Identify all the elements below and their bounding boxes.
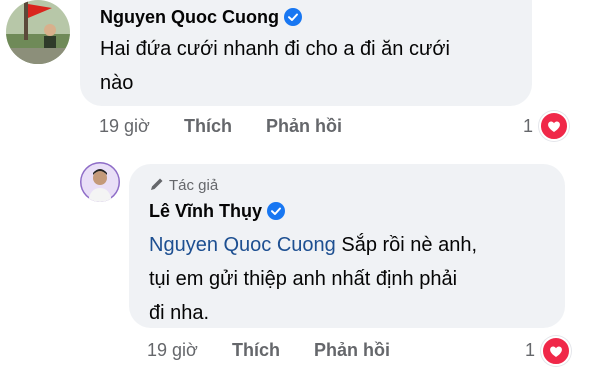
heart-glyph <box>548 121 560 132</box>
comment-text: Hai đứa cưới nhanh đi cho a đi ăn cưới n… <box>100 32 450 100</box>
reply-text: Nguyen Quoc Cuong Sắp rồi nè anh, tụi em… <box>149 228 477 330</box>
reply-button[interactable]: Phản hồi <box>266 116 342 137</box>
verified-badge-icon <box>267 202 286 220</box>
author-badge: Tác giả <box>149 176 218 194</box>
reply-timestamp[interactable]: 19 giờ <box>147 340 198 361</box>
reply-text-line: đi nha. <box>149 302 210 324</box>
like-button[interactable]: Thích <box>232 340 280 361</box>
comment-timestamp[interactable]: 19 giờ <box>99 116 150 137</box>
pencil-icon <box>151 178 163 190</box>
heart-icon[interactable] <box>541 336 571 366</box>
avatar-image <box>6 0 70 64</box>
avatar-le-vinh-thuy[interactable] <box>80 162 120 202</box>
avatar-nguyen-quoc-cuong[interactable] <box>6 0 70 64</box>
reply-text-line: Nguyen Quoc Cuong Sắp rồi nè anh, <box>149 228 477 262</box>
reply-author-name[interactable]: Lê Vĩnh Thụy <box>149 201 262 221</box>
reply-text-line: tụi em gửi thiệp anh nhất định phải <box>149 268 458 290</box>
reply-text-segment: Sắp rồi nè anh, <box>335 234 478 256</box>
comment-author-name[interactable]: Nguyen Quoc Cuong <box>100 7 279 27</box>
comment-actions: 19 giờ Thích Phản hồi <box>0 116 589 140</box>
like-button[interactable]: Thích <box>184 116 232 137</box>
heart-icon[interactable] <box>539 111 569 141</box>
reaction-count[interactable]: 1 <box>523 116 533 137</box>
reply-actions: 19 giờ Thích Phản hồi <box>0 340 589 364</box>
author-badge-label: Tác giả <box>169 177 219 194</box>
reaction-count[interactable]: 1 <box>525 340 535 361</box>
comment-bubble: Nguyen Quoc Cuong Hai đứa cưới nhanh đi … <box>80 0 532 106</box>
verified-badge-icon <box>284 8 302 26</box>
comment-text-line: nào <box>100 72 134 94</box>
heart-glyph <box>550 346 562 357</box>
mention-link[interactable]: Nguyen Quoc Cuong <box>149 234 336 256</box>
reply-bubble: Tác giả Lê Vĩnh Thụy Nguyen Quoc Cuong S… <box>129 164 565 328</box>
comment-text-line: Hai đứa cưới nhanh đi cho a đi ăn cưới <box>100 38 450 60</box>
reply-button[interactable]: Phản hồi <box>314 340 390 361</box>
avatar-image <box>80 162 120 202</box>
